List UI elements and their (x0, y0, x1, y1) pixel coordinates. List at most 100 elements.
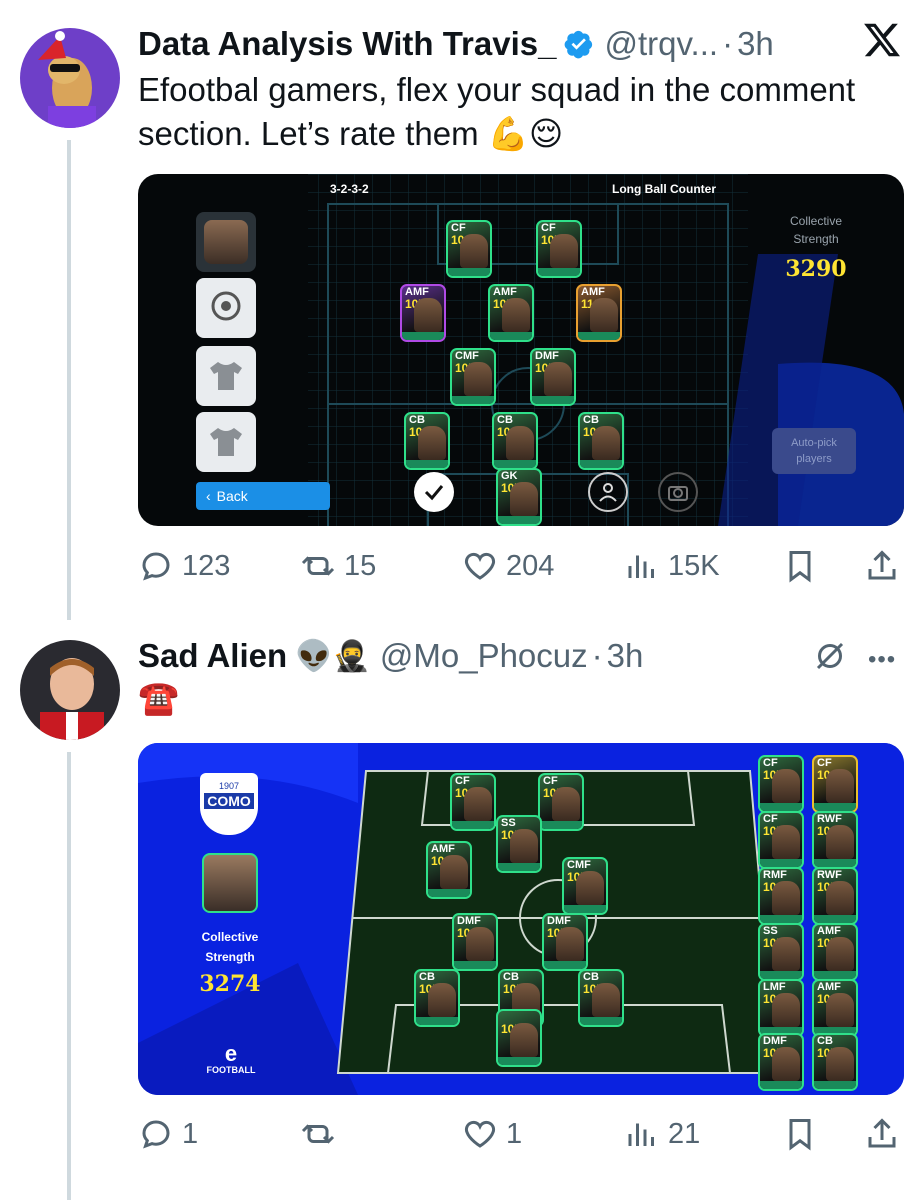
reply-button[interactable]: 1 (138, 1112, 198, 1156)
player-card[interactable]: CB104 (578, 412, 624, 470)
bench-card[interactable]: AMF104 (812, 979, 858, 1037)
more-options-icon[interactable]: ••• (868, 646, 896, 674)
efootball-logo: e FOOTBALL (206, 1043, 256, 1076)
avatar[interactable] (20, 28, 120, 128)
bench-card[interactable]: RWF108 (812, 811, 858, 869)
like-button[interactable]: 1 (462, 1112, 522, 1156)
grok-icon[interactable] (812, 638, 848, 679)
formation-label[interactable]: 3-2-3-2 (330, 182, 369, 196)
player-card[interactable]: SS105 (496, 815, 542, 873)
share-icon (868, 1118, 896, 1148)
player-photo (544, 362, 572, 396)
share-button[interactable] (864, 544, 908, 588)
player-card[interactable]: CMF105 (562, 857, 608, 915)
player-card[interactable]: GK107 (496, 468, 542, 526)
repost-count: 15 (344, 549, 377, 582)
repost-button[interactable]: 15 (300, 544, 376, 588)
player-card[interactable]: CB105 (578, 969, 624, 1027)
bench-card[interactable]: AMF107 (812, 923, 858, 981)
reply-icon (142, 1120, 170, 1149)
tweet-2[interactable]: Sad Alien 👽🥷 @Mo_Phocuz · 3h ••• ☎️ 1907 (0, 620, 923, 1200)
bench-card[interactable]: RMF103 (758, 867, 804, 925)
bookmark-button[interactable] (782, 1112, 826, 1156)
player-card[interactable]: CMF105 (450, 348, 496, 406)
player-card[interactable]: AMF105 (488, 284, 534, 342)
views-button[interactable]: 21 (624, 1112, 700, 1156)
repost-button[interactable] (300, 1112, 344, 1156)
player-card[interactable]: DMF105 (542, 913, 588, 971)
display-name[interactable]: Sad Alien (138, 637, 287, 675)
collective-strength-value: 3290 (785, 256, 847, 282)
player-card[interactable]: CB105 (414, 969, 460, 1027)
separator-dot: · (722, 25, 734, 62)
manager-photo[interactable] (202, 853, 258, 913)
card-footer (454, 961, 496, 969)
player-card[interactable]: AMF110 (576, 284, 622, 342)
card-footer (490, 332, 532, 340)
share-button[interactable] (864, 1112, 908, 1156)
manager-tile[interactable] (196, 212, 256, 272)
player-card[interactable]: AMF106 (426, 841, 472, 899)
player-card[interactable]: CF105 (538, 773, 584, 831)
handle[interactable]: @Mo_Phocuz (380, 637, 588, 675)
card-footer (814, 915, 856, 923)
tweet-actions: 123 15 204 15K (138, 544, 904, 588)
x-logo-icon[interactable] (862, 20, 902, 70)
timestamp[interactable]: 3h (737, 25, 774, 63)
tweet-media-image[interactable]: 3-2-3-2 Long Ball Counter ‹ Back CF108 C… (138, 174, 904, 526)
bench-card[interactable]: DMF105 (758, 1033, 804, 1091)
display-name[interactable]: Data Analysis With Travis_ (138, 25, 556, 63)
player-card[interactable]: CF106 (450, 773, 496, 831)
player-card[interactable]: CF108 (446, 220, 492, 278)
bench-card[interactable]: CB105 (812, 1033, 858, 1091)
bench-card[interactable]: RWF105 (812, 867, 858, 925)
club-emblem-tile[interactable] (196, 278, 256, 338)
player-photo (552, 787, 580, 821)
player-card[interactable]: CB106 (492, 412, 538, 470)
auto-pick-button[interactable]: Auto-pick players (772, 428, 856, 474)
tweet-media-image[interactable]: 1907 COMO Collective Strength 3274 e FOO… (138, 743, 904, 1095)
like-button[interactable]: 204 (462, 544, 554, 588)
camera-button[interactable] (658, 472, 698, 512)
player-photo (772, 881, 800, 915)
back-button[interactable]: ‹ Back (196, 482, 330, 510)
player-card[interactable]: AMF107 (400, 284, 446, 342)
player-photo (826, 937, 854, 971)
player-card[interactable]: CF107 (536, 220, 582, 278)
away-kit-tile[interactable] (196, 412, 256, 472)
bench-card[interactable]: LMF106 (758, 979, 804, 1037)
bench-card[interactable]: SS105 (758, 923, 804, 981)
tweet-header: Data Analysis With Travis_ @trqv... · 3h (138, 22, 774, 66)
reply-count: 123 (182, 549, 231, 582)
player-card[interactable]: 105 (496, 1009, 542, 1067)
home-kit-tile[interactable] (196, 346, 256, 406)
player-card[interactable]: DMF105 (530, 348, 576, 406)
card-footer (760, 1081, 802, 1089)
card-footer (814, 859, 856, 867)
tweet-1[interactable]: Data Analysis With Travis_ @trqv... · 3h… (0, 0, 923, 620)
player-card[interactable]: DMF106 (452, 913, 498, 971)
player-photo (502, 298, 530, 332)
heart-icon (465, 1120, 495, 1148)
bench-card[interactable]: CF107 (758, 755, 804, 813)
avatar[interactable] (20, 640, 120, 740)
player-card[interactable]: CB108 (404, 412, 450, 470)
views-button[interactable]: 15K (624, 544, 720, 588)
checkmark-icon (424, 485, 444, 501)
bookmark-button[interactable] (782, 544, 826, 588)
player-profile-button[interactable] (588, 472, 628, 512)
tactic-label[interactable]: Long Ball Counter (612, 182, 716, 196)
bench-card[interactable]: CF105 (758, 811, 804, 869)
card-footer (498, 1057, 540, 1065)
confirm-button[interactable] (414, 472, 454, 512)
bench-card[interactable]: CF106 (812, 755, 858, 813)
card-footer (428, 889, 470, 897)
timestamp[interactable]: 3h (607, 637, 644, 675)
tweet-header: Sad Alien 👽🥷 @Mo_Phocuz · 3h (138, 634, 643, 678)
player-photo (826, 1047, 854, 1081)
verified-badge-icon (565, 30, 593, 59)
club-emblem-icon (211, 291, 241, 321)
bookmark-icon (789, 1119, 811, 1151)
handle[interactable]: @trqv... (604, 25, 718, 63)
reply-button[interactable]: 123 (138, 544, 230, 588)
